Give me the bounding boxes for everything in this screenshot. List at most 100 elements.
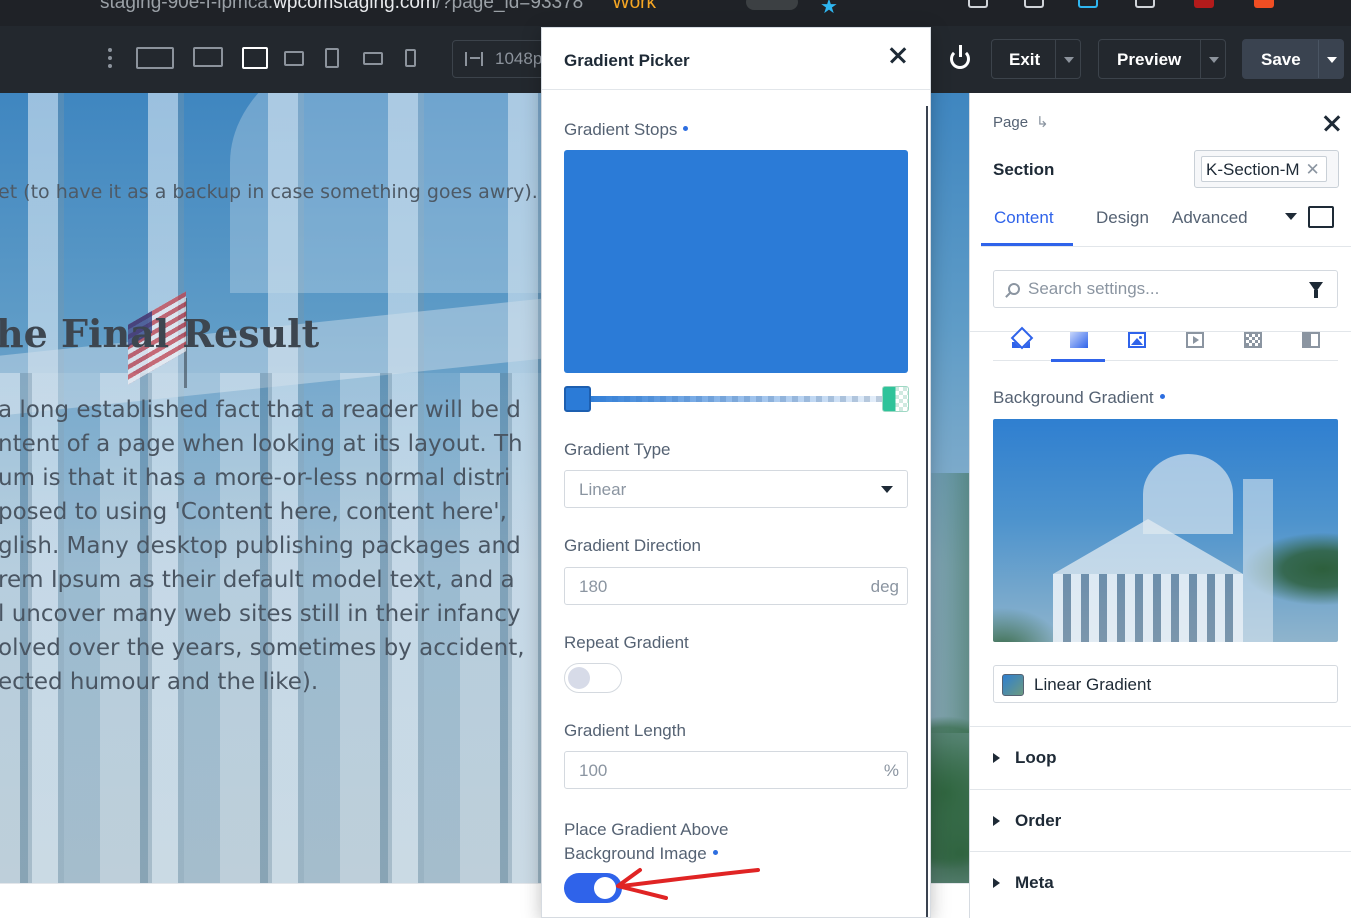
settings-panel: Page ↳ Section K-Section-M ✕ Content Desig… <box>969 93 1351 918</box>
caret-right-icon <box>993 753 1000 763</box>
settings-tabs: Content Design Advanced <box>981 193 1351 247</box>
return-arrow-icon: ↳ <box>1036 114 1049 131</box>
paragraph-line: olved over the years, sometimes by accid… <box>0 635 525 661</box>
building-columns-image <box>1053 574 1243 642</box>
class-tag[interactable]: K-Section-M ✕ <box>1201 156 1327 182</box>
gradient-length-label: Gradient Length <box>564 721 686 740</box>
background-pattern-tab[interactable] <box>1225 331 1279 361</box>
section-heading[interactable]: he Final Result <box>0 311 319 356</box>
gradient-swatch[interactable] <box>1002 674 1024 696</box>
window-icon[interactable] <box>1135 0 1155 8</box>
gradient-type-select[interactable]: Linear <box>564 470 908 508</box>
overlay-icon <box>1302 332 1320 348</box>
length-unit: % <box>883 761 899 780</box>
accordion-label: Order <box>1015 811 1062 830</box>
background-overlay-tab[interactable] <box>1283 331 1337 361</box>
tab-content[interactable]: Content <box>994 208 1054 228</box>
browser-url[interactable]: staging-90e-f-ipmca.wpcomstaging.com/?pa… <box>100 0 583 14</box>
gradient-stop-handle-end[interactable] <box>882 386 909 412</box>
gradient-stops-slider[interactable] <box>564 386 909 412</box>
close-icon[interactable] <box>888 45 912 69</box>
extension-icon[interactable] <box>1194 0 1214 8</box>
gradient-direction-field[interactable]: 180 deg <box>564 567 908 605</box>
body-paragraph[interactable]: a long established fact that a reader wi… <box>0 393 525 699</box>
window-icon[interactable] <box>1024 0 1044 8</box>
background-gradient-tab[interactable] <box>1051 331 1105 362</box>
tab-design[interactable]: Design <box>1096 208 1149 228</box>
background-image-tab[interactable] <box>1109 331 1163 361</box>
width-icon <box>465 52 483 66</box>
paragraph-line: um is that it has a more-or-less normal … <box>0 465 511 491</box>
browser-extension-pill[interactable] <box>746 0 798 10</box>
accordion-loop[interactable]: Loop <box>970 726 1351 789</box>
caret-down-icon <box>881 486 893 493</box>
popover-title: Gradient Picker <box>564 51 690 70</box>
building-wing-image <box>1243 479 1273 642</box>
filter-icon[interactable] <box>1309 282 1323 298</box>
phone-portrait-icon[interactable] <box>405 49 416 67</box>
search-icon <box>1008 283 1020 295</box>
breadcrumb[interactable]: Page ↳ <box>993 113 1049 131</box>
search-settings-field[interactable] <box>993 270 1338 308</box>
gradient-length-field[interactable]: 100 % <box>564 751 908 789</box>
intro-text[interactable]: et (to have it as a backup in case somet… <box>0 181 538 203</box>
active-tab-indicator <box>981 243 1073 246</box>
exit-label: Exit <box>1009 50 1041 69</box>
paragraph-line: ntent of a page when looking at its layo… <box>0 431 523 457</box>
gradient-preview <box>564 150 908 373</box>
gradient-direction-label: Gradient Direction <box>564 536 702 555</box>
browser-address-strip: staging-90e-f-ipmca.wpcomstaging.com/?pa… <box>0 0 1351 26</box>
exit-button[interactable]: Exit <box>991 39 1081 79</box>
background-video-tab[interactable] <box>1167 331 1221 361</box>
desktop-icon[interactable] <box>193 47 223 67</box>
chevron-down-icon[interactable] <box>1200 40 1226 78</box>
power-icon[interactable] <box>946 43 976 73</box>
gradient-icon <box>1070 332 1088 348</box>
window-icon[interactable] <box>968 0 988 8</box>
extension-icon[interactable] <box>1254 0 1274 8</box>
accordion-label: Loop <box>1015 748 1057 767</box>
save-button[interactable]: Save <box>1242 39 1344 79</box>
chevron-down-icon[interactable] <box>1055 40 1081 78</box>
paragraph-line: rem Ipsum as their default model text, a… <box>0 567 515 593</box>
canvas-width-field[interactable]: 1048px <box>452 40 552 78</box>
more-options-icon[interactable] <box>103 48 117 72</box>
breadcrumb-page[interactable]: Page <box>993 114 1028 131</box>
square-icon[interactable] <box>1308 206 1334 228</box>
remove-tag-icon[interactable]: ✕ <box>1306 160 1320 179</box>
accordion-meta[interactable]: Meta <box>970 851 1351 914</box>
class-selector-field[interactable]: K-Section-M ✕ <box>1194 150 1339 188</box>
gradient-type-value: Linear <box>579 480 627 499</box>
background-gradient-preview[interactable] <box>993 419 1338 642</box>
chevron-down-icon[interactable] <box>1318 40 1344 78</box>
modified-dot <box>712 850 718 856</box>
desktop-large-icon[interactable] <box>136 47 174 69</box>
background-color-tab[interactable] <box>993 331 1047 361</box>
close-icon[interactable] <box>1322 113 1342 133</box>
background-type-tabs <box>993 331 1338 362</box>
class-tag-label: K-Section-M <box>1206 160 1300 179</box>
bookmark-star-icon[interactable]: ★ <box>820 0 838 19</box>
gradient-above-image-label: Place Gradient Above Background Image <box>564 820 729 863</box>
caret-down-icon[interactable] <box>1285 213 1297 220</box>
paragraph-line: ected humour and the like). <box>0 669 319 695</box>
accordion-order[interactable]: Order <box>970 789 1351 852</box>
repeat-gradient-toggle[interactable] <box>564 663 622 693</box>
repeat-gradient-label: Repeat Gradient <box>564 633 689 652</box>
gradient-value-field[interactable]: Linear Gradient <box>993 665 1338 703</box>
tab-advanced[interactable]: Advanced <box>1172 208 1248 228</box>
image-icon <box>1128 332 1146 348</box>
search-input[interactable] <box>1028 279 1298 299</box>
window-icon[interactable] <box>1078 0 1098 8</box>
scrollbar[interactable] <box>926 106 928 917</box>
gradient-stop-handle-start[interactable] <box>564 386 591 412</box>
laptop-icon[interactable] <box>242 47 268 69</box>
tablet-portrait-icon[interactable] <box>325 48 339 68</box>
phone-landscape-icon[interactable] <box>363 52 383 65</box>
direction-unit: deg <box>870 577 899 596</box>
work-profile-label[interactable]: Work <box>612 0 656 14</box>
gradient-value-text: Linear Gradient <box>1034 675 1152 694</box>
gradient-stops-track[interactable] <box>576 396 896 402</box>
preview-button[interactable]: Preview <box>1098 39 1226 79</box>
tablet-landscape-icon[interactable] <box>284 51 304 66</box>
